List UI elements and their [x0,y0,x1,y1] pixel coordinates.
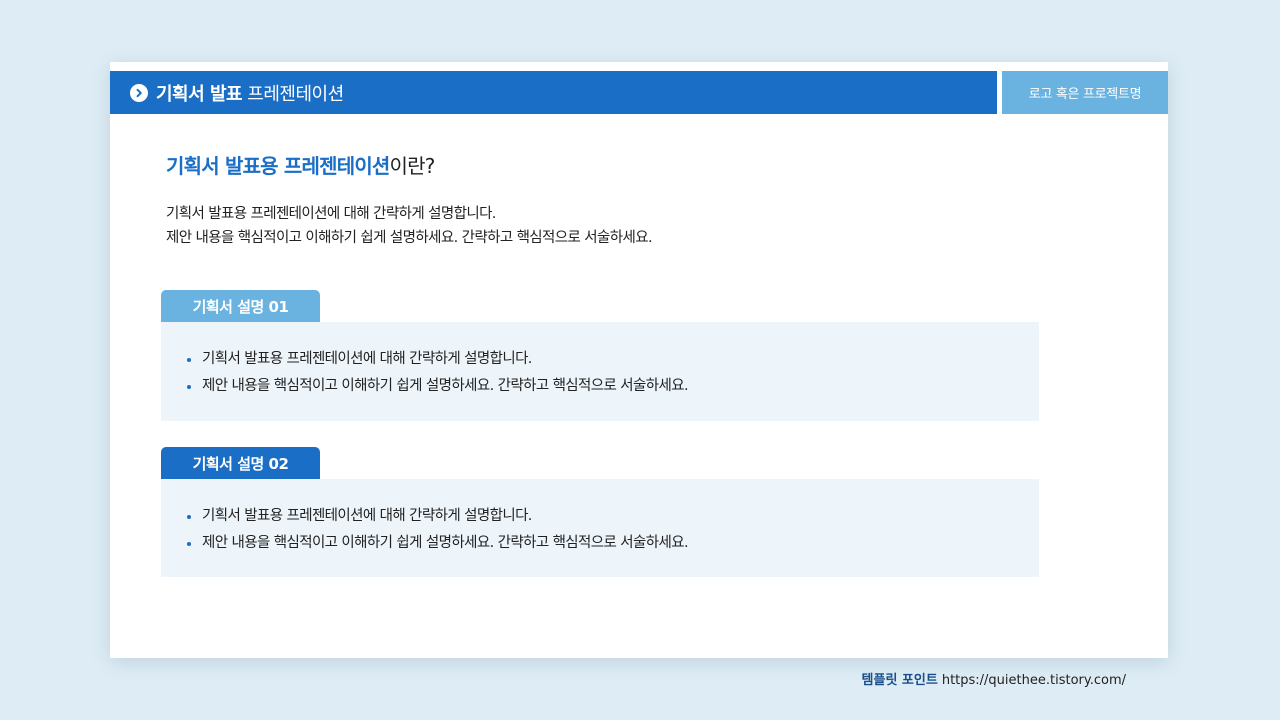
list-item: 제안 내용을 핵심적이고 이해하기 쉽게 설명하세요. 간략하고 핵심적으로 서… [185,530,689,557]
footer-brand: 템플릿 포인트 [861,673,938,688]
list-item-text: 제안 내용을 핵심적이고 이해하기 쉽게 설명하세요. 간략하고 핵심적으로 서… [202,378,689,394]
footer-credit: 템플릿 포인트 https://quiethee.tistory.com/ [862,669,1126,688]
bullet-dot-icon [187,358,191,362]
bullet-list: 기획서 발표용 프레젠테이션에 대해 간략하게 설명합니다. 제안 내용을 핵심… [185,346,689,400]
bullet-list: 기획서 발표용 프레젠테이션에 대해 간략하게 설명합니다. 제안 내용을 핵심… [185,503,689,557]
list-item-text: 기획서 발표용 프레젠테이션에 대해 간략하게 설명합니다. [202,508,532,524]
header-title-bold: 기획서 발표 [156,83,243,105]
section-box-02: 기획서 발표용 프레젠테이션에 대해 간략하게 설명합니다. 제안 내용을 핵심… [161,479,1039,577]
page-title: 기획서 발표용 프레젠테이션이란? [166,150,435,179]
page-title-suffix: 이란? [389,154,436,178]
header-bar: 기획서 발표 프레젠테이션 [110,71,997,114]
section-tab-02: 기획서 설명 02 [161,447,320,479]
bullet-dot-icon [187,515,191,519]
intro-text: 기획서 발표용 프레젠테이션에 대해 간략하게 설명합니다. 제안 내용을 핵심… [166,202,653,250]
slide: 기획서 발표 프레젠테이션 로고 혹은 프로젝트명 기획서 발표용 프레젠테이션… [110,62,1168,658]
list-item: 기획서 발표용 프레젠테이션에 대해 간략하게 설명합니다. [185,503,688,530]
list-item: 기획서 발표용 프레젠테이션에 대해 간략하게 설명합니다. [185,346,688,373]
logo-placeholder: 로고 혹은 프로젝트명 [1002,71,1168,114]
intro-line: 기획서 발표용 프레젠테이션에 대해 간략하게 설명합니다. [166,206,496,222]
section-tab-01: 기획서 설명 01 [161,290,320,322]
list-item-text: 제안 내용을 핵심적이고 이해하기 쉽게 설명하세요. 간략하고 핵심적으로 서… [202,535,689,551]
header-title-rest: 프레젠테이션 [242,83,344,105]
page-title-highlight: 기획서 발표용 프레젠테이션 [166,154,390,178]
bullet-dot-icon [187,542,191,546]
section-box-01: 기획서 발표용 프레젠테이션에 대해 간략하게 설명합니다. 제안 내용을 핵심… [161,322,1039,421]
header-title: 기획서 발표 프레젠테이션 [156,80,344,106]
intro-line: 제안 내용을 핵심적이고 이해하기 쉽게 설명하세요. 간략하고 핵심적으로 서… [166,230,653,246]
footer-url[interactable]: https://quiethee.tistory.com/ [942,673,1126,688]
chevron-right-circle-icon [130,83,148,102]
list-item-text: 기획서 발표용 프레젠테이션에 대해 간략하게 설명합니다. [202,351,532,367]
bullet-dot-icon [187,385,191,389]
list-item: 제안 내용을 핵심적이고 이해하기 쉽게 설명하세요. 간략하고 핵심적으로 서… [185,373,689,400]
